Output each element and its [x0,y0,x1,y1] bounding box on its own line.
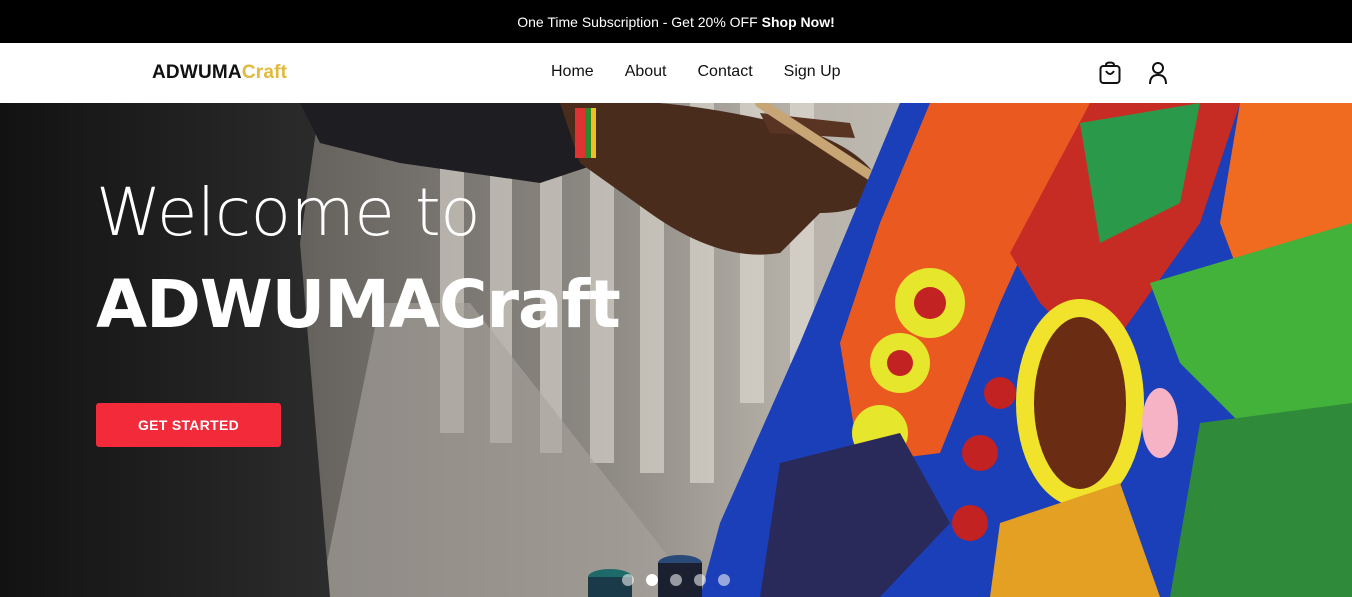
carousel-dot-2[interactable] [646,574,658,586]
get-started-button[interactable]: GET STARTED [96,403,281,447]
nav-link-about[interactable]: About [625,63,667,81]
carousel-dots [622,574,730,586]
user-icon[interactable] [1146,60,1170,86]
carousel-dot-5[interactable] [718,574,730,586]
hero-brand-title: ADWUMACraft [96,266,621,343]
promo-bar: One Time Subscription - Get 20% OFF Shop… [0,0,1352,43]
nav-link-sign-up[interactable]: Sign Up [784,63,841,81]
carousel-dot-1[interactable] [622,574,634,586]
nav-link-home[interactable]: Home [551,63,594,81]
logo-main-text: ADWUMA [152,62,242,83]
nav-menu: Home About Contact Sign Up [551,63,872,81]
logo-accent-text: Craft [241,62,288,83]
promo-text: One Time Subscription - Get 20% OFF [517,13,758,30]
hero-welcome-text: Welcome to [96,174,481,251]
nav-icons [1098,60,1170,86]
main-navbar: ADWUMACraft Home About Contact Sign Up [0,43,1352,103]
nav-link-contact[interactable]: Contact [698,63,753,81]
hero-banner: Welcome to ADWUMACraft GET STARTED [0,103,1352,597]
site-logo[interactable]: ADWUMACraft [152,62,287,84]
shopping-bag-icon[interactable] [1098,60,1122,86]
carousel-dot-3[interactable] [670,574,682,586]
shop-now-link[interactable]: Shop Now! [762,14,835,30]
carousel-dot-4[interactable] [694,574,706,586]
